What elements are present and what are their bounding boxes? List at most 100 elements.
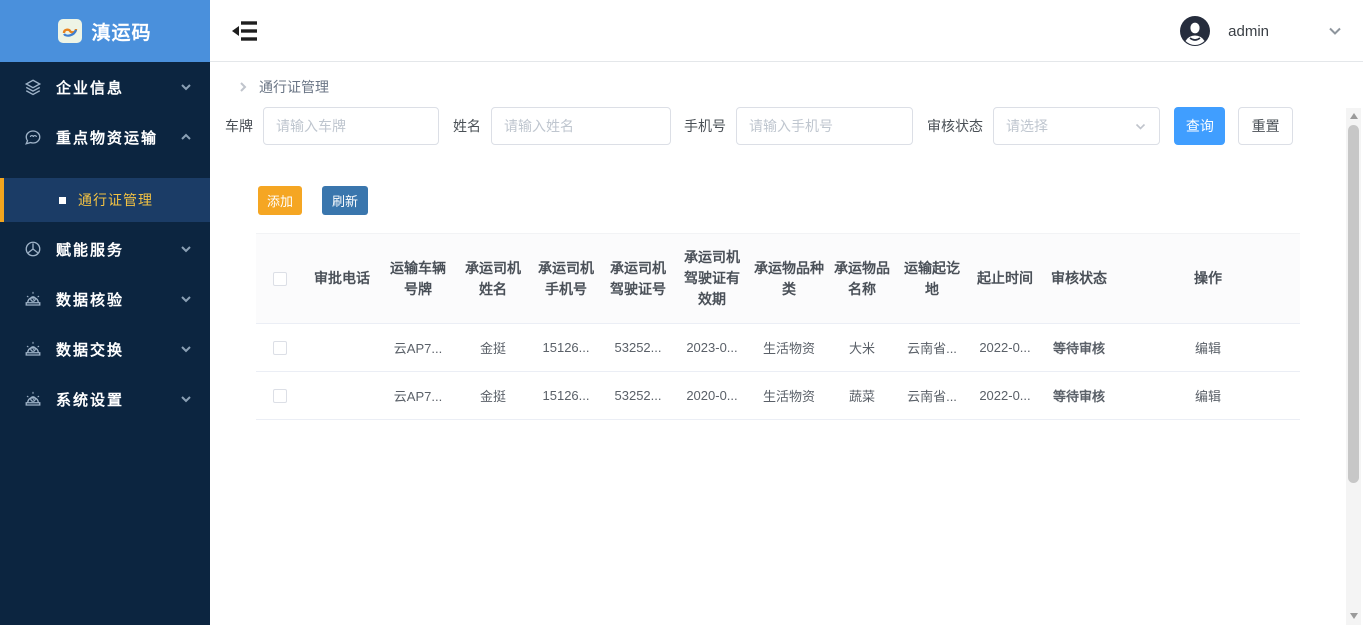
- layers-icon: [24, 78, 42, 96]
- col-approve-phone: 审批电话: [304, 234, 380, 324]
- plate-label: 车牌: [225, 116, 253, 136]
- chevron-down-icon: [180, 293, 192, 305]
- name-label: 姓名: [453, 116, 481, 136]
- sidebar-subitem-label: 通行证管理: [78, 190, 153, 210]
- passes-table: 审批电话 运输车辆号牌 承运司机姓名 承运司机手机号 承运司机驾驶证号 承运司机…: [256, 233, 1300, 420]
- phone-label: 手机号: [684, 116, 726, 136]
- scroll-up-arrow[interactable]: [1346, 108, 1361, 123]
- reset-button[interactable]: 重置: [1238, 107, 1293, 145]
- cell-driver-phone: 15126...: [530, 372, 602, 420]
- col-goods-name: 承运物品名称: [828, 234, 896, 324]
- siren-icon: [24, 390, 42, 408]
- app-logo-icon: [58, 19, 82, 43]
- col-license-valid: 承运司机驾驶证有效期: [674, 234, 750, 324]
- col-driver-phone: 承运司机手机号: [530, 234, 602, 324]
- filter-bar: 车牌 姓名 手机号 审核状态 请选择 查询 重置: [225, 106, 1293, 146]
- edit-link[interactable]: 编辑: [1116, 372, 1300, 420]
- cell-driver-name: 金挺: [456, 372, 530, 420]
- chevron-down-icon[interactable]: [1327, 23, 1343, 39]
- sidebar-item-system-settings[interactable]: 系统设置: [0, 374, 210, 424]
- siren-icon: [24, 340, 42, 358]
- status-label: 审核状态: [927, 116, 983, 136]
- cell-route: 云南省...: [896, 372, 968, 420]
- scroll-down-arrow[interactable]: [1346, 608, 1361, 623]
- wheel-icon: [24, 240, 42, 258]
- cell-goods-type: 生活物资: [750, 372, 828, 420]
- topbar: admin: [210, 0, 1363, 62]
- row-checkbox[interactable]: [273, 341, 287, 355]
- bullet-icon: [59, 197, 66, 204]
- sidebar-item-label: 数据交换: [56, 339, 180, 360]
- status-select-placeholder: 请选择: [1006, 116, 1048, 136]
- phone-input[interactable]: [736, 107, 913, 145]
- cell-goods-type: 生活物资: [750, 324, 828, 372]
- col-route: 运输起讫地: [896, 234, 968, 324]
- table-header-row: 审批电话 运输车辆号牌 承运司机姓名 承运司机手机号 承运司机驾驶证号 承运司机…: [256, 234, 1300, 324]
- username-label: admin: [1228, 23, 1269, 40]
- col-driver-name: 承运司机姓名: [456, 234, 530, 324]
- sidebar-item-label: 数据核验: [56, 289, 180, 310]
- sidebar-item-label: 企业信息: [56, 77, 180, 98]
- chevron-up-icon: [180, 131, 192, 143]
- sidebar-item-enterprise-info[interactable]: 企业信息: [0, 62, 210, 112]
- name-input[interactable]: [491, 107, 671, 145]
- sidebar-item-data-exchange[interactable]: 数据交换: [0, 324, 210, 374]
- cell-vehicle-plate: 云AP7...: [380, 324, 456, 372]
- breadcrumb-current: 通行证管理: [259, 77, 329, 97]
- sidebar-menu: 企业信息 重点物资运输 通行证管理 赋能服务: [0, 62, 210, 424]
- select-all-checkbox[interactable]: [273, 272, 287, 286]
- cell-approve-phone: [304, 372, 380, 420]
- cell-license-no: 53252...: [602, 324, 674, 372]
- chevron-down-icon: [180, 81, 192, 93]
- refresh-button[interactable]: 刷新: [322, 186, 368, 215]
- app-title: 滇运码: [91, 18, 151, 45]
- select-all-cell: [256, 234, 304, 324]
- cell-goods-name: 蔬菜: [828, 372, 896, 420]
- col-period: 起止时间: [968, 234, 1042, 324]
- cell-approve-phone: [304, 324, 380, 372]
- breadcrumb: 通行证管理: [237, 77, 329, 97]
- table-row: 云AP7... 金挺 15126... 53252... 2020-0... 生…: [256, 372, 1300, 420]
- status-badge: 等待审核: [1042, 372, 1116, 420]
- avatar: [1180, 16, 1210, 46]
- sidebar: 滇运码 企业信息 重点物资运输 通行证管理 赋能服务: [0, 0, 210, 625]
- row-checkbox[interactable]: [273, 389, 287, 403]
- cell-license-valid: 2020-0...: [674, 372, 750, 420]
- main-content: 通行证管理 车牌 姓名 手机号 审核状态 请选择 查询 重置 添加 刷新 审批电…: [210, 63, 1363, 625]
- sidebar-item-key-materials-transport[interactable]: 重点物资运输: [0, 112, 210, 162]
- chevron-down-icon: [1134, 120, 1147, 133]
- chevron-down-icon: [180, 243, 192, 255]
- edit-link[interactable]: 编辑: [1116, 324, 1300, 372]
- table-row: 云AP7... 金挺 15126... 53252... 2023-0... 生…: [256, 324, 1300, 372]
- cell-route: 云南省...: [896, 324, 968, 372]
- chevron-down-icon: [180, 343, 192, 355]
- add-button[interactable]: 添加: [258, 186, 302, 215]
- col-license-no: 承运司机驾驶证号: [602, 234, 674, 324]
- sidebar-item-empower-services[interactable]: 赋能服务: [0, 224, 210, 274]
- cell-vehicle-plate: 云AP7...: [380, 372, 456, 420]
- vertical-scrollbar[interactable]: [1346, 108, 1361, 625]
- sidebar-item-label: 重点物资运输: [56, 127, 180, 148]
- status-select[interactable]: 请选择: [993, 107, 1160, 145]
- sidebar-subitem-pass-management[interactable]: 通行证管理: [0, 178, 210, 222]
- col-goods-type: 承运物品种类: [750, 234, 828, 324]
- sidebar-collapse-icon[interactable]: [232, 19, 258, 43]
- col-status: 审核状态: [1042, 234, 1116, 324]
- status-badge: 等待审核: [1042, 324, 1116, 372]
- scrollbar-thumb[interactable]: [1348, 125, 1359, 483]
- chevron-right-icon: [237, 81, 249, 93]
- cell-license-valid: 2023-0...: [674, 324, 750, 372]
- user-menu[interactable]: admin: [1180, 0, 1343, 62]
- plate-input[interactable]: [263, 107, 439, 145]
- sidebar-item-label: 系统设置: [56, 389, 180, 410]
- sidebar-item-label: 赋能服务: [56, 239, 180, 260]
- sidebar-item-data-verification[interactable]: 数据核验: [0, 274, 210, 324]
- query-button[interactable]: 查询: [1174, 107, 1225, 145]
- app-logo: 滇运码: [0, 0, 210, 62]
- table-toolbar: 添加 刷新: [258, 186, 368, 215]
- cell-driver-phone: 15126...: [530, 324, 602, 372]
- comment-icon: [24, 128, 42, 146]
- cell-license-no: 53252...: [602, 372, 674, 420]
- cell-goods-name: 大米: [828, 324, 896, 372]
- col-vehicle-plate: 运输车辆号牌: [380, 234, 456, 324]
